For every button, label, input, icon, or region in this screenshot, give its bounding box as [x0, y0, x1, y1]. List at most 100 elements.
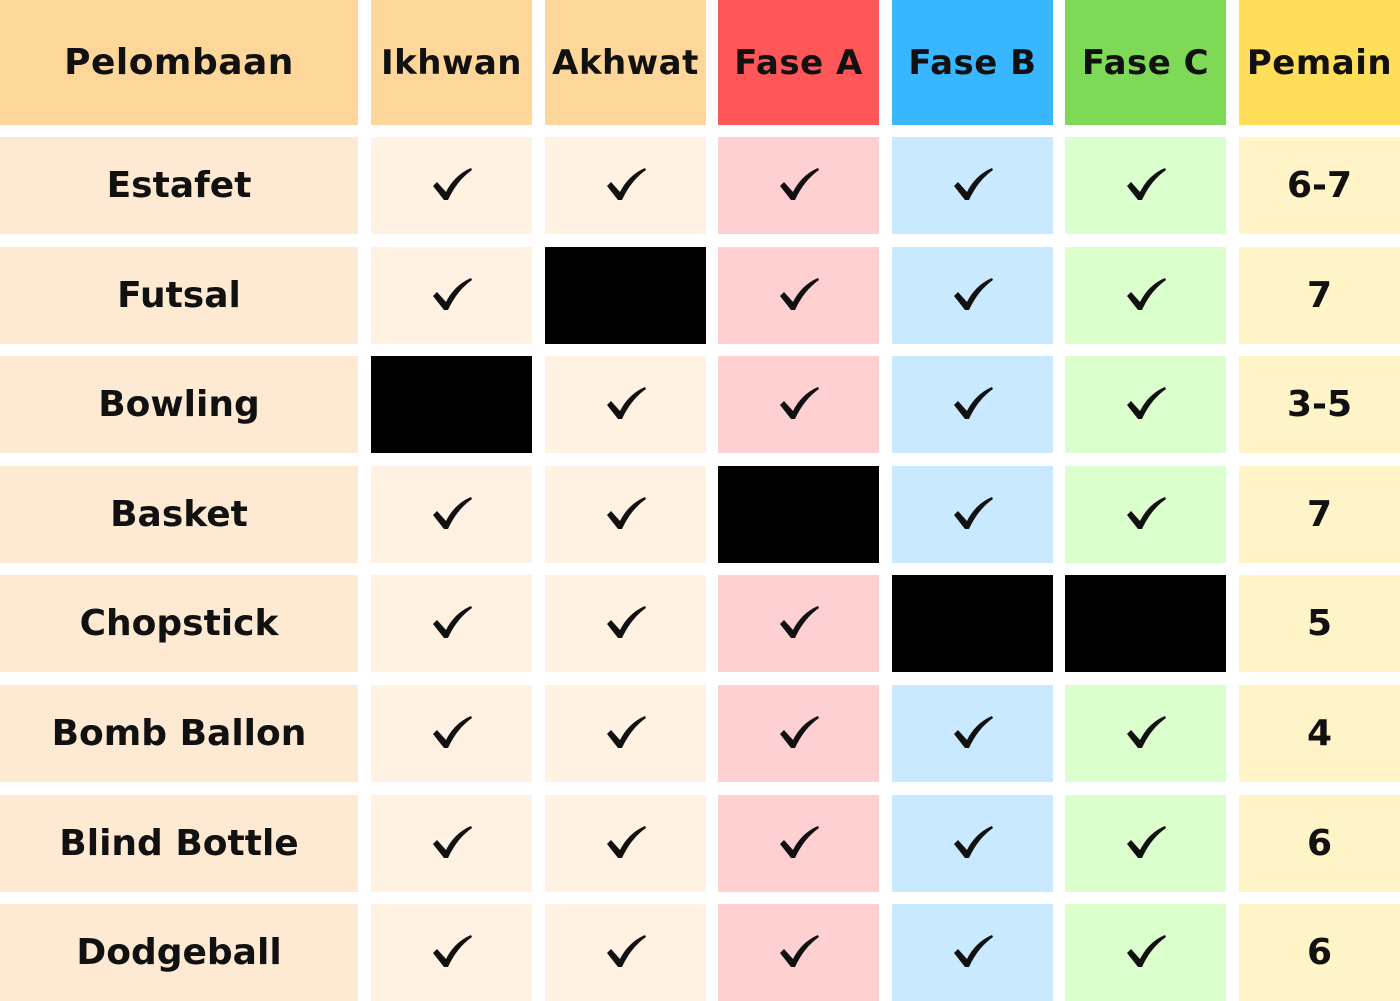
- checkmark: [1125, 276, 1167, 316]
- check-cell-fase_b: [892, 137, 1053, 234]
- row-name: Futsal: [117, 275, 241, 316]
- check-cell-fase_a: [718, 685, 879, 782]
- blank-cell-ikhwan: [371, 356, 532, 453]
- checkmark-icon: [779, 167, 819, 200]
- header-label: Fase A: [734, 42, 863, 83]
- row-name: Blind Bottle: [59, 823, 299, 864]
- checkmark: [431, 495, 473, 535]
- checkmark-icon: [606, 496, 646, 529]
- checkmark: [431, 933, 473, 973]
- checkmark-icon: [606, 605, 646, 638]
- checkmark-icon: [953, 934, 993, 967]
- header-fase_c: Fase C: [1065, 0, 1226, 125]
- pemain-value: 7: [1306, 494, 1333, 535]
- check-cell-fase_a: [718, 795, 879, 892]
- checkmark-icon: [606, 825, 646, 858]
- checkmark-icon: [953, 277, 993, 310]
- checkmark: [952, 933, 994, 973]
- check-cell-fase_c: [1065, 795, 1226, 892]
- check-cell-fase_c: [1065, 137, 1226, 234]
- pemain-value: 6: [1306, 932, 1333, 973]
- checkmark: [605, 714, 647, 754]
- checkmark: [778, 824, 820, 864]
- checkmark: [431, 166, 473, 206]
- check-cell-fase_c: [1065, 466, 1226, 563]
- pemain-cell: 7: [1239, 247, 1400, 344]
- check-cell-fase_a: [718, 247, 879, 344]
- checkmark: [431, 276, 473, 316]
- checkmark: [778, 714, 820, 754]
- blank-cell-fase_a: [718, 466, 879, 563]
- row-name: Dodgeball: [76, 932, 282, 973]
- pemain-cell: 5: [1239, 575, 1400, 672]
- check-cell-akhwat: [545, 356, 706, 453]
- checkmark-icon: [1126, 277, 1166, 310]
- check-cell-akhwat: [545, 685, 706, 782]
- header-label: Pemain: [1246, 42, 1393, 83]
- header-label: Pelombaan: [64, 42, 294, 83]
- pemain-cell: 6-7: [1239, 137, 1400, 234]
- checkmark-icon: [1126, 386, 1166, 419]
- check-cell-fase_b: [892, 795, 1053, 892]
- check-cell-ikhwan: [371, 466, 532, 563]
- checkmark: [778, 276, 820, 316]
- checkmark: [1125, 824, 1167, 864]
- header-pelombaan: Pelombaan: [0, 0, 358, 125]
- pemain-value: 6-7: [1286, 165, 1353, 206]
- row-name: Basket: [110, 494, 248, 535]
- checkmark-icon: [779, 825, 819, 858]
- checkmark-icon: [432, 496, 472, 529]
- checkmark: [431, 714, 473, 754]
- checkmark-icon: [606, 934, 646, 967]
- row-name-cell: Estafet: [0, 137, 358, 234]
- header-label: Ikhwan: [380, 42, 523, 83]
- check-cell-ikhwan: [371, 795, 532, 892]
- check-cell-fase_a: [718, 137, 879, 234]
- checkmark-icon: [953, 715, 993, 748]
- checkmark-icon: [1126, 825, 1166, 858]
- check-cell-fase_c: [1065, 356, 1226, 453]
- pemain-cell: 4: [1239, 685, 1400, 782]
- header-label: Akhwat: [552, 42, 699, 83]
- checkmark: [1125, 933, 1167, 973]
- check-cell-fase_b: [892, 247, 1053, 344]
- row-name-cell: Chopstick: [0, 575, 358, 672]
- checkmark: [605, 933, 647, 973]
- checkmark: [952, 824, 994, 864]
- row-name-cell: Bowling: [0, 356, 358, 453]
- check-cell-fase_a: [718, 575, 879, 672]
- checkmark: [431, 604, 473, 644]
- checkmark-icon: [432, 825, 472, 858]
- checkmark: [605, 495, 647, 535]
- row-name-cell: Blind Bottle: [0, 795, 358, 892]
- blank-cell-akhwat: [545, 247, 706, 344]
- row-name: Chopstick: [79, 603, 279, 644]
- pemain-value: 5: [1306, 603, 1333, 644]
- checkmark: [1125, 385, 1167, 425]
- checkmark-icon: [432, 715, 472, 748]
- checkmark-icon: [953, 825, 993, 858]
- row-name-cell: Basket: [0, 466, 358, 563]
- check-cell-akhwat: [545, 904, 706, 1001]
- checkmark: [1125, 166, 1167, 206]
- checkmark-icon: [779, 715, 819, 748]
- pemain-cell: 6: [1239, 904, 1400, 1001]
- checkmark-icon: [779, 386, 819, 419]
- header-label: Fase C: [1081, 42, 1210, 83]
- pemain-cell: 7: [1239, 466, 1400, 563]
- checkmark-icon: [606, 715, 646, 748]
- check-cell-fase_a: [718, 356, 879, 453]
- header-akhwat: Akhwat: [545, 0, 706, 125]
- check-cell-akhwat: [545, 466, 706, 563]
- checkmark: [431, 824, 473, 864]
- check-cell-fase_b: [892, 904, 1053, 1001]
- checkmark: [778, 933, 820, 973]
- checkmark: [1125, 495, 1167, 535]
- checkmark-icon: [1126, 715, 1166, 748]
- checkmark: [952, 276, 994, 316]
- checkmark: [1125, 714, 1167, 754]
- checkmark-icon: [432, 605, 472, 638]
- row-name: Estafet: [106, 165, 252, 206]
- check-cell-fase_a: [718, 904, 879, 1001]
- check-cell-fase_c: [1065, 685, 1226, 782]
